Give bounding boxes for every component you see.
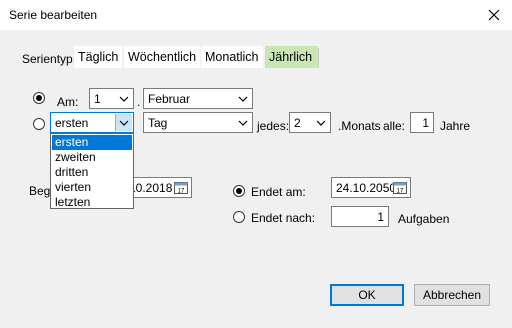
chevron-down-icon	[119, 120, 129, 126]
end-date-input[interactable]: 24.10.2050 17	[331, 177, 411, 198]
radio-endet-am[interactable]	[233, 185, 245, 197]
endet-am-label: Endet am:	[251, 185, 306, 199]
tab-jaehrlich[interactable]: Jährlich	[265, 46, 318, 68]
calendar-icon[interactable]: 17	[393, 181, 407, 194]
jedes-label: jedes:	[257, 119, 290, 133]
weekday-select[interactable]: Tag	[143, 112, 253, 133]
tab-woechentlich[interactable]: Wöchentlich	[124, 46, 201, 68]
window-title: Serie bearbeiten	[9, 8, 98, 22]
endet-nach-label: Endet nach:	[251, 211, 316, 225]
chevron-down-icon	[119, 96, 129, 102]
dropdown-option-vierten[interactable]: vierten	[52, 180, 132, 195]
dot-separator: .	[137, 95, 141, 109]
chevron-down-icon	[238, 120, 248, 126]
begin-date-input[interactable]: 10.2018 17	[126, 177, 192, 198]
dropdown-option-ersten[interactable]: ersten	[52, 135, 132, 150]
tabs-divider	[318, 48, 319, 68]
dropdown-option-zweiten[interactable]: zweiten	[52, 150, 132, 165]
occurrence-count-input[interactable]: 1	[331, 206, 389, 227]
svg-text:17: 17	[178, 189, 185, 195]
dropdown-option-dritten[interactable]: dritten	[52, 165, 132, 180]
monats-label: .Monats	[338, 119, 381, 133]
ok-button[interactable]: OK	[330, 284, 404, 306]
years-value: 1	[422, 116, 429, 130]
end-date-value: 24.10.2050	[336, 181, 397, 195]
am-label: Am:	[57, 95, 79, 109]
weekday-value: Tag	[148, 116, 168, 130]
radio-am[interactable]	[33, 92, 45, 104]
tab-taeglich[interactable]: Täglich	[74, 46, 123, 68]
serientyp-label: Serientyp:	[22, 52, 77, 66]
aufgaben-label: Aufgaben	[398, 212, 450, 226]
day-select[interactable]: 1	[89, 88, 134, 109]
day-value: 1	[94, 92, 101, 106]
occurrence-count-value: 1	[377, 210, 384, 224]
alle-label: alle:	[383, 119, 406, 133]
dropdown-option-letzten[interactable]: letzten	[52, 195, 132, 210]
ordinal-value: ersten	[55, 116, 89, 130]
month-select[interactable]: Februar	[143, 88, 253, 109]
ordinal-select[interactable]: ersten	[50, 112, 134, 133]
cancel-button[interactable]: Abbrechen	[414, 284, 490, 306]
svg-text:17: 17	[397, 189, 404, 195]
month-value: Februar	[148, 92, 191, 106]
years-input[interactable]: 1	[410, 112, 434, 133]
begin-date-value: 10.2018	[129, 181, 173, 195]
tab-monatlich[interactable]: Monatlich	[201, 46, 263, 68]
interval-select[interactable]: 2	[289, 112, 331, 133]
ordinal-dropdown-list: ersten zweiten dritten vierten letzten	[50, 133, 134, 209]
radio-relative[interactable]	[33, 118, 45, 130]
close-icon[interactable]	[486, 7, 502, 23]
calendar-icon[interactable]: 17	[174, 181, 188, 194]
jahre-label: Jahre	[440, 119, 471, 133]
dropdown-button[interactable]	[115, 114, 132, 131]
radio-endet-nach[interactable]	[233, 211, 245, 223]
chevron-down-icon	[316, 120, 326, 126]
chevron-down-icon	[238, 96, 248, 102]
interval-value: 2	[294, 116, 301, 130]
